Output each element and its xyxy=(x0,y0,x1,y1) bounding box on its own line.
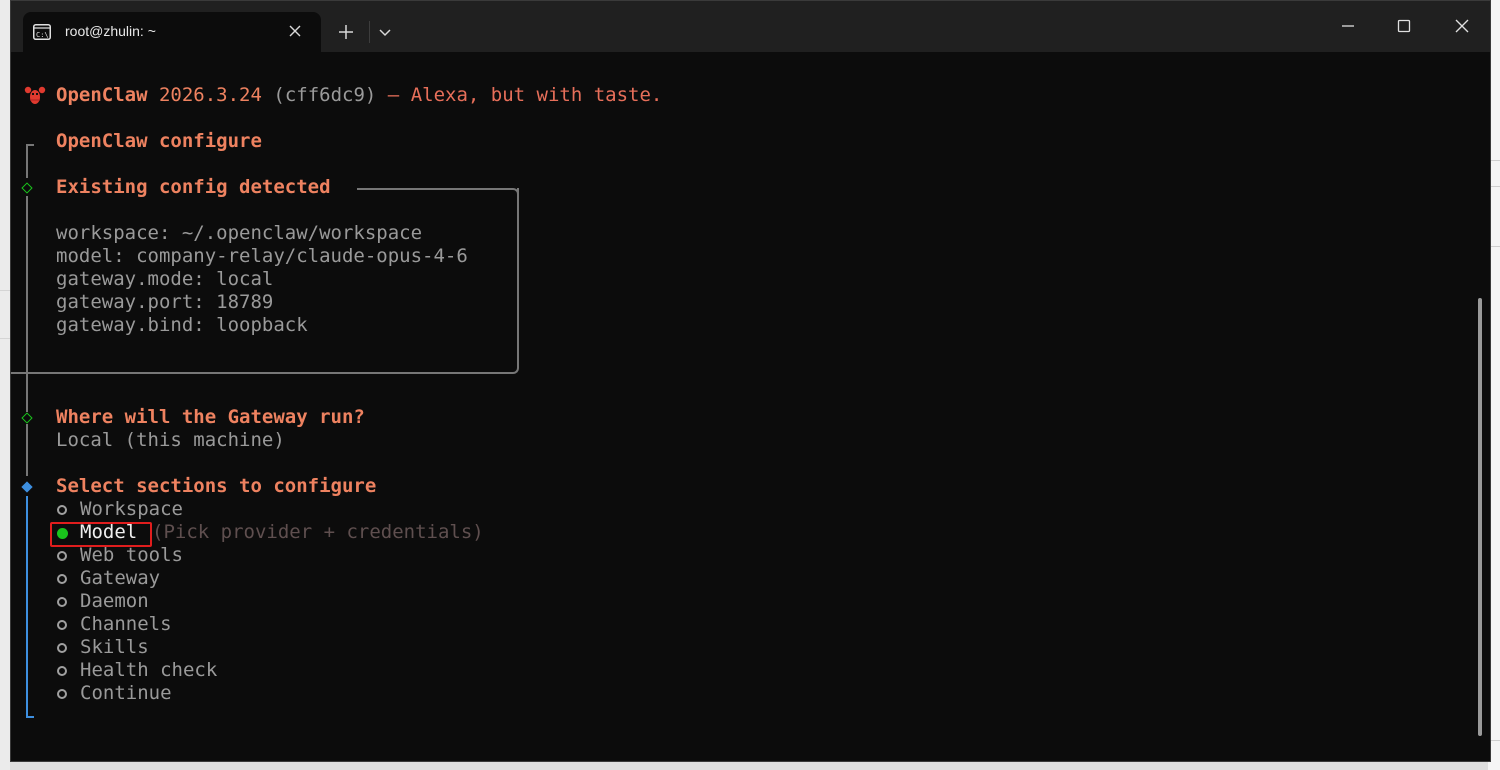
terminal-window: C:\ root@zhulin: ~ OpenClaw 2026.3.24 (c… xyxy=(10,0,1491,762)
config-line: gateway.port: 18789 xyxy=(56,291,274,313)
step-active-icon xyxy=(21,481,33,493)
radio-unselected-icon xyxy=(57,689,67,699)
tagline: Alexa, but with taste. xyxy=(410,84,663,106)
radio-unselected-icon xyxy=(57,666,67,676)
svg-text:C:\: C:\ xyxy=(36,31,49,39)
configure-title: OpenClaw configure xyxy=(56,130,262,152)
config-line: workspace: ~/.openclaw/workspace xyxy=(56,222,423,244)
app-name: OpenClaw xyxy=(56,84,148,106)
build-hash: (cff6dc9) xyxy=(273,84,377,106)
new-tab-icon[interactable] xyxy=(337,23,355,41)
radio-unselected-icon xyxy=(57,505,67,515)
gutter-active-line xyxy=(26,496,28,718)
header-dash: — xyxy=(387,84,400,106)
lobster-icon xyxy=(24,86,46,104)
close-window-icon[interactable] xyxy=(1453,17,1471,35)
radio-unselected-icon xyxy=(57,597,67,607)
radio-unselected-icon xyxy=(57,643,67,653)
section-option-health-check[interactable]: Health check xyxy=(80,659,217,682)
section-option-gateway[interactable]: Gateway xyxy=(80,567,160,590)
tab-title: root@zhulin: ~ xyxy=(65,23,156,39)
tab-root-zhulin[interactable]: C:\ root@zhulin: ~ xyxy=(23,12,321,52)
maximize-icon[interactable] xyxy=(1395,17,1413,35)
gateway-question: Where will the Gateway run? xyxy=(56,406,365,428)
radio-unselected-icon xyxy=(57,620,67,630)
sections-title: Select sections to configure xyxy=(56,475,377,497)
close-tab-icon[interactable] xyxy=(287,23,303,39)
minimize-icon[interactable] xyxy=(1339,17,1357,35)
gutter-line xyxy=(26,424,28,476)
gutter-line xyxy=(26,144,28,178)
header-line: OpenClaw 2026.3.24 (cff6dc9) — Alexa, bu… xyxy=(56,84,662,107)
config-line: model: company-relay/claude-opus-4-6 xyxy=(56,245,468,267)
section-option-workspace[interactable]: Workspace xyxy=(80,498,183,521)
config-line: gateway.mode: local xyxy=(56,268,274,290)
tab-separator xyxy=(369,21,370,43)
section-option-channels[interactable]: Channels xyxy=(80,613,172,636)
radio-unselected-icon xyxy=(57,551,67,561)
scrollbar[interactable] xyxy=(1478,298,1482,736)
section-option-web-tools[interactable]: Web tools xyxy=(80,544,183,567)
config-line: gateway.bind: loopback xyxy=(56,314,308,336)
terminal-icon: C:\ xyxy=(33,24,51,40)
app-version: 2026.3.24 xyxy=(158,84,262,106)
radio-unselected-icon xyxy=(57,574,67,584)
section-option-hint: (Pick provider + credentials) xyxy=(152,521,484,543)
chevron-down-icon[interactable] xyxy=(377,24,393,40)
section-option-skills[interactable]: Skills xyxy=(80,636,149,659)
section-option-continue[interactable]: Continue xyxy=(80,682,172,705)
background-left-strip xyxy=(0,0,10,770)
gutter-end-cap xyxy=(26,716,34,718)
step-done-icon xyxy=(21,412,33,424)
section-option-daemon[interactable]: Daemon xyxy=(80,590,149,613)
terminal-content[interactable]: OpenClaw 2026.3.24 (cff6dc9) — Alexa, bu… xyxy=(11,52,1492,763)
gateway-answer: Local (this machine) xyxy=(56,429,285,451)
title-bar: C:\ root@zhulin: ~ xyxy=(11,1,1490,52)
